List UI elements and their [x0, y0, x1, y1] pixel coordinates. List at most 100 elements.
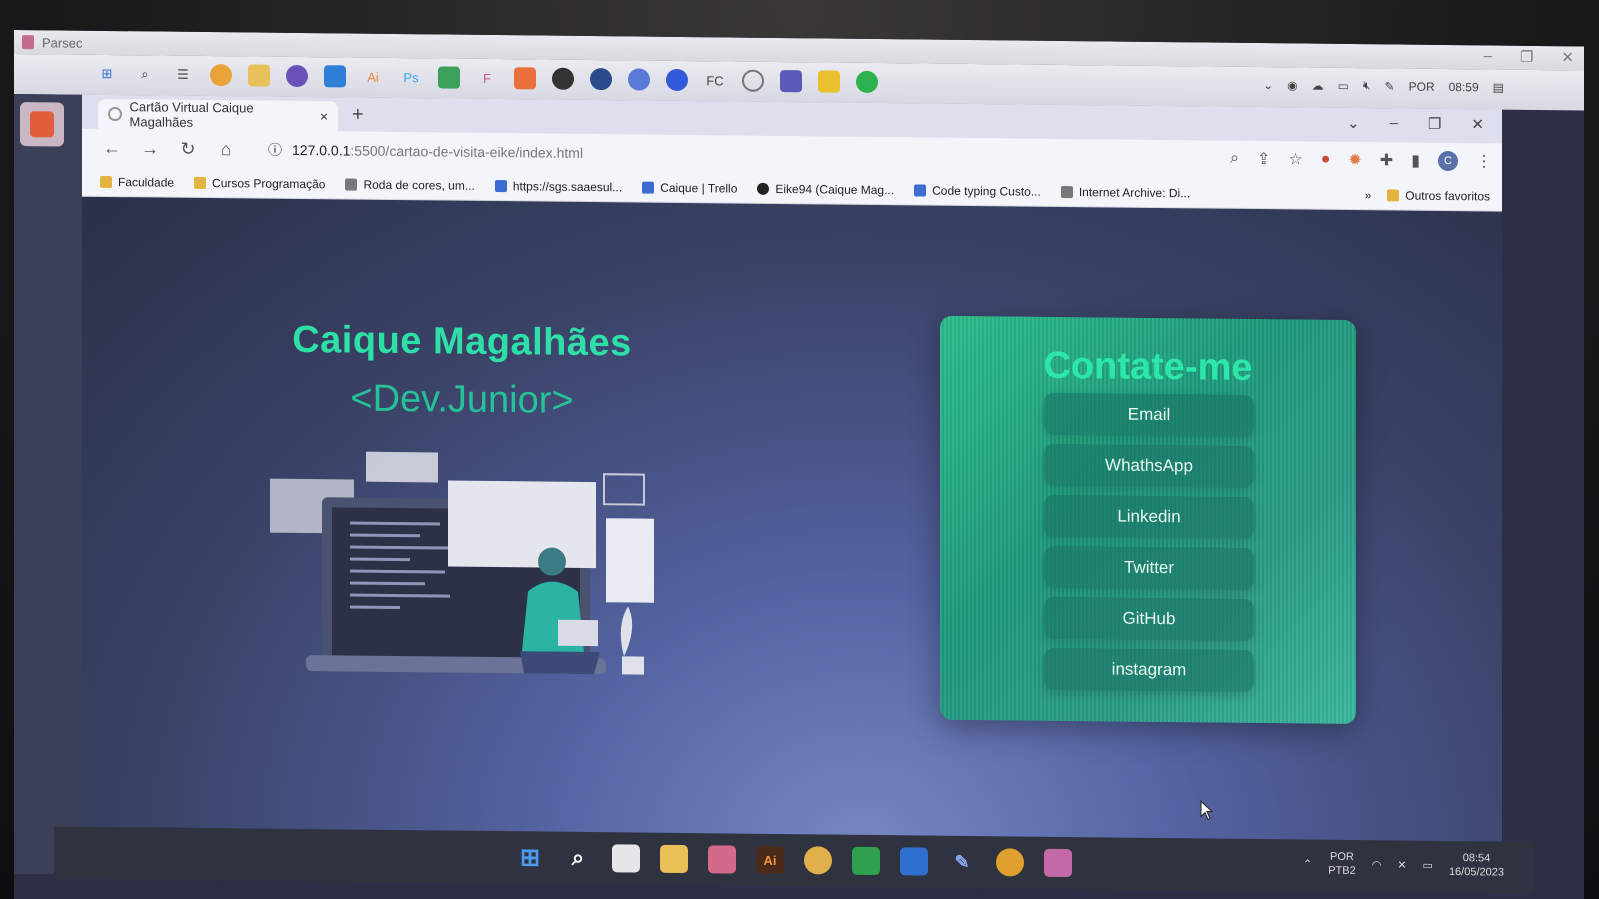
- steam-icon[interactable]: [590, 68, 612, 91]
- notification-icon[interactable]: ▤: [1493, 80, 1504, 94]
- share-icon[interactable]: ⇪: [1257, 149, 1270, 169]
- puzzle-icon[interactable]: ✚: [1380, 150, 1393, 170]
- hero-role: <Dev.Junior>: [350, 377, 574, 422]
- quick-launch-icons: ⊞ ⌕ ☰ Ai Ps F FC: [96, 63, 878, 94]
- app-green-icon[interactable]: [438, 66, 460, 89]
- bookmark-item[interactable]: https://sgs.saaesul...: [494, 178, 623, 194]
- linkedin-button[interactable]: Linkedin: [1044, 494, 1254, 539]
- taskbar-tray: ⌃ POR PTB2 ◠ ✕ ▭ 08:54 16/05/2023: [1303, 849, 1504, 879]
- webcam-icon[interactable]: ◉: [1287, 78, 1297, 92]
- app-fc-icon[interactable]: FC: [704, 69, 726, 91]
- tray-lang[interactable]: POR: [1409, 79, 1435, 93]
- bookmark-item[interactable]: Internet Archive: Di...: [1060, 184, 1190, 200]
- chrome-icon[interactable]: [804, 846, 832, 875]
- sticky-notes-icon[interactable]: [818, 70, 840, 93]
- search-icon[interactable]: ⌕: [564, 844, 592, 872]
- spotify-icon[interactable]: [856, 70, 878, 94]
- folder-icon[interactable]: [248, 64, 270, 87]
- new-tab-button[interactable]: +: [352, 104, 364, 127]
- illustrator-icon[interactable]: Ai: [756, 845, 784, 875]
- restore-icon[interactable]: ❐: [1428, 115, 1441, 133]
- remote-tray-top: ⌄ ◉ ☁ ▭ 🔇︎ ✎ POR 08:59 ▤: [1263, 77, 1504, 95]
- chrome-icon[interactable]: [210, 64, 232, 87]
- zoom-icon[interactable]: ⌕: [1230, 150, 1239, 168]
- github-icon[interactable]: [286, 64, 308, 88]
- tab-search-icon[interactable]: ⌄: [1347, 114, 1360, 132]
- outlook-icon[interactable]: [900, 847, 928, 876]
- cloud-icon[interactable]: ☁: [1312, 78, 1324, 92]
- lang-code: POR: [1330, 850, 1354, 864]
- bookmarks-more-icon[interactable]: »: [1365, 188, 1372, 202]
- forward-icon[interactable]: →: [140, 138, 160, 159]
- windows-start-icon[interactable]: ⊞: [516, 843, 544, 871]
- app-orange-icon[interactable]: [514, 67, 536, 90]
- app-clock-icon[interactable]: [742, 69, 764, 92]
- app-green-icon[interactable]: [852, 846, 880, 876]
- extension-orange-icon[interactable]: ✹: [1348, 150, 1361, 170]
- volume-mute-icon[interactable]: ✕: [1397, 858, 1406, 871]
- app-circle-icon[interactable]: [552, 67, 574, 90]
- clock-date: 16/05/2023: [1448, 866, 1504, 879]
- clock[interactable]: 08:54 16/05/2023: [1449, 851, 1504, 880]
- task-view-icon[interactable]: [612, 844, 640, 873]
- photoshop-icon[interactable]: Ps: [400, 66, 422, 88]
- parsec-app-icon[interactable]: [20, 102, 64, 147]
- side-panel-icon[interactable]: ▮: [1411, 151, 1420, 171]
- bookmark-item[interactable]: Code typing Custo...: [914, 183, 1041, 198]
- tray-time[interactable]: 08:59: [1449, 80, 1479, 94]
- bookmark-label: Roda de cores, um...: [363, 177, 475, 193]
- search-icon[interactable]: ⌕: [134, 63, 156, 85]
- whatsapp-button[interactable]: WhathsApp: [1044, 443, 1254, 488]
- twitter-button[interactable]: Twitter: [1044, 545, 1254, 590]
- minimize-icon[interactable]: –: [1484, 47, 1492, 65]
- bookmark-item[interactable]: Roda de cores, um...: [345, 177, 475, 193]
- extension-red-icon[interactable]: ●: [1321, 151, 1331, 169]
- app-blue-icon[interactable]: [628, 68, 650, 91]
- back-icon[interactable]: ←: [102, 137, 122, 158]
- tab-active[interactable]: Cartão Virtual Caique Magalhães ×: [98, 98, 338, 132]
- windows-icon[interactable]: ⊞: [96, 63, 118, 85]
- reload-icon[interactable]: ↻: [178, 138, 198, 159]
- app-pink-icon[interactable]: [708, 845, 736, 874]
- figma-icon[interactable]: F: [476, 67, 498, 89]
- vscode-icon[interactable]: [324, 65, 346, 88]
- bookmark-item[interactable]: Caique | Trello: [642, 180, 737, 195]
- folder-icon: [194, 176, 207, 189]
- app-pen-icon[interactable]: ✎: [948, 848, 976, 876]
- file-explorer-icon[interactable]: [660, 844, 688, 874]
- wifi-icon[interactable]: ◠: [1372, 858, 1382, 871]
- chevron-up-icon[interactable]: ⌃: [1303, 857, 1312, 870]
- bookmark-item[interactable]: Cursos Programação: [194, 175, 325, 191]
- github-button[interactable]: GitHub: [1044, 596, 1254, 641]
- battery-icon[interactable]: ▭: [1423, 858, 1433, 871]
- illustrator-icon[interactable]: Ai: [362, 66, 384, 88]
- maximize-icon[interactable]: ❐: [1520, 48, 1533, 66]
- avatar[interactable]: C: [1438, 150, 1458, 172]
- language-indicator[interactable]: POR PTB2: [1328, 850, 1356, 878]
- pen-icon[interactable]: ✎: [1385, 79, 1395, 93]
- close-icon[interactable]: ✕: [1471, 115, 1484, 133]
- info-icon[interactable]: ⓘ: [268, 140, 282, 160]
- minimize-icon[interactable]: –: [1390, 114, 1398, 132]
- bookmark-item[interactable]: Faculdade: [100, 174, 174, 189]
- parsec-icon[interactable]: [1044, 848, 1072, 878]
- chrome-canary-icon[interactable]: [996, 848, 1024, 877]
- site-icon: [494, 179, 507, 192]
- bookmark-label: https://sgs.saaesul...: [512, 178, 623, 194]
- bookmark-item[interactable]: Eike94 (Caique Mag...: [757, 181, 894, 197]
- star-icon[interactable]: ☆: [1288, 149, 1302, 169]
- tab-close-icon[interactable]: ×: [320, 108, 328, 124]
- other-bookmarks[interactable]: Outros favoritos: [1387, 188, 1490, 203]
- home-icon[interactable]: ⌂: [216, 139, 236, 160]
- address-bar[interactable]: ⓘ 127.0.0.1:5500/cartao-de-visita-eike/i…: [268, 140, 583, 163]
- chevron-down-icon[interactable]: ⌄: [1263, 78, 1273, 92]
- teams-icon[interactable]: [780, 70, 802, 93]
- app-play-icon[interactable]: [666, 68, 688, 92]
- close-icon[interactable]: ✕: [1561, 48, 1574, 66]
- menu-icon[interactable]: ⋮: [1476, 151, 1492, 171]
- email-button[interactable]: Email: [1044, 392, 1254, 437]
- volume-mute-icon[interactable]: 🔇︎: [1363, 78, 1371, 93]
- instagram-button[interactable]: instagram: [1044, 647, 1254, 692]
- task-view-icon[interactable]: ☰: [172, 64, 194, 86]
- network-icon[interactable]: ▭: [1338, 78, 1349, 92]
